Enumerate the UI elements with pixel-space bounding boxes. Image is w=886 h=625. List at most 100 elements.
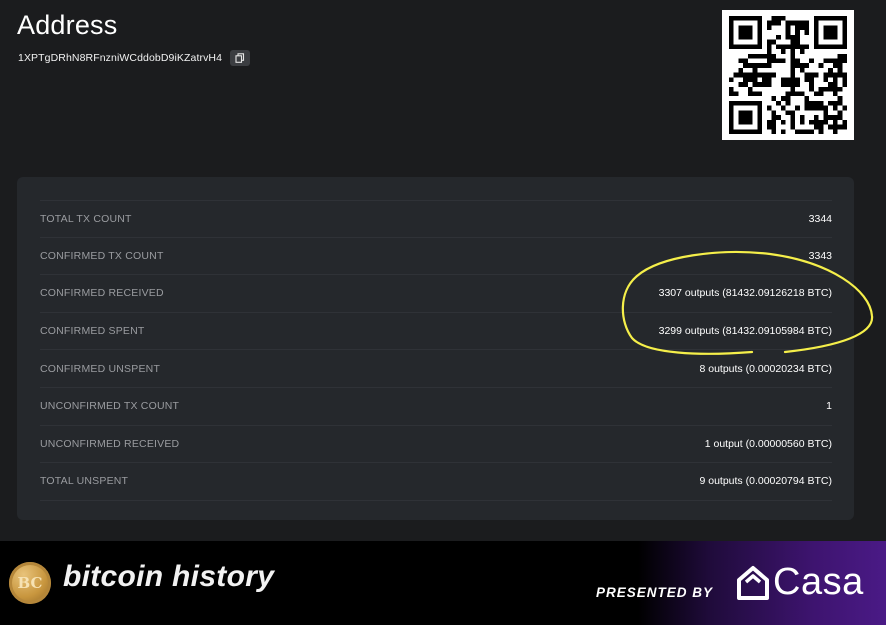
qr-module <box>771 119 777 125</box>
qr-module <box>828 30 833 35</box>
qr-module <box>842 39 847 45</box>
qr-module <box>832 25 838 31</box>
qr-module <box>785 77 791 83</box>
qr-module <box>757 91 763 97</box>
qr-module <box>832 77 838 83</box>
stat-row-total-unspent: TOTAL UNSPENT 9 outputs (0.00020794 BTC) <box>40 463 832 501</box>
qr-module <box>832 91 838 97</box>
qr-module <box>795 91 800 97</box>
stat-label: CONFIRMED SPENT <box>40 325 145 338</box>
qr-module <box>809 119 814 125</box>
stat-row-confirmed-tx-count: CONFIRMED TX COUNT 3343 <box>40 238 832 276</box>
qr-module <box>771 96 777 101</box>
qr-module <box>842 82 847 87</box>
qr-module <box>743 44 748 50</box>
qr-module <box>752 67 758 73</box>
qr-module <box>828 115 833 120</box>
qr-module <box>771 53 777 59</box>
qr-module <box>823 72 829 78</box>
stat-label: CONFIRMED UNSPENT <box>40 362 161 375</box>
qr-module <box>804 77 810 83</box>
qr-module <box>790 91 796 97</box>
qr-module <box>738 110 744 116</box>
qr-module <box>747 53 753 59</box>
qr-module <box>790 77 796 83</box>
qr-module <box>729 100 734 106</box>
stat-value: 9 outputs (0.00020794 BTC) <box>699 475 832 488</box>
qr-module <box>818 105 824 111</box>
qr-module <box>818 16 824 21</box>
qr-module <box>738 82 744 87</box>
qr-module <box>743 72 748 78</box>
qr-module <box>832 86 838 92</box>
qr-module <box>780 119 786 125</box>
qr-module <box>799 115 805 120</box>
qr-module <box>823 34 829 40</box>
qr-module <box>832 129 838 134</box>
qr-module <box>832 58 838 64</box>
qr-module <box>842 44 847 50</box>
qr-module <box>738 67 744 73</box>
qr-module <box>790 34 796 40</box>
qr-module <box>804 100 810 106</box>
qr-module <box>780 49 786 54</box>
qr-module <box>757 25 763 31</box>
qr-module <box>757 34 763 40</box>
qr-module <box>757 63 763 68</box>
qr-module <box>766 119 772 125</box>
casa-house-icon <box>737 565 769 600</box>
qr-module <box>842 105 847 111</box>
qr-module <box>804 129 810 134</box>
qr-module <box>799 49 805 54</box>
qr-module <box>757 119 763 125</box>
qr-module <box>776 100 781 106</box>
qr-module <box>804 63 810 68</box>
qr-module <box>729 16 734 21</box>
qr-module <box>823 44 829 50</box>
stat-row-total-tx-count: TOTAL TX COUNT 3344 <box>40 200 832 238</box>
qr-module <box>813 72 819 78</box>
stat-label: TOTAL UNSPENT <box>40 475 129 488</box>
qr-module <box>752 16 758 21</box>
qr-module <box>733 72 739 78</box>
qr-module <box>842 30 847 35</box>
qr-module <box>766 58 772 64</box>
copy-address-button[interactable] <box>230 50 251 66</box>
qr-module <box>828 86 833 92</box>
qr-module <box>747 34 753 40</box>
qr-module <box>738 100 744 106</box>
qr-module <box>766 63 772 68</box>
qr-module <box>818 129 824 134</box>
qr-module <box>837 100 843 106</box>
qr-module <box>785 100 791 106</box>
sponsor-name: Casa <box>773 561 864 603</box>
qr-module <box>771 129 777 134</box>
qr-module <box>780 129 786 134</box>
qr-module <box>832 119 838 125</box>
qr-module <box>813 25 819 31</box>
page-title: Address <box>17 10 118 40</box>
qr-module <box>752 63 758 68</box>
qr-module <box>813 115 819 120</box>
qr-module <box>795 34 800 40</box>
qr-module <box>785 96 791 101</box>
qr-module <box>795 63 800 68</box>
qr-module <box>813 34 819 40</box>
qr-module <box>837 63 843 68</box>
qr-module <box>766 53 772 59</box>
qr-module <box>752 44 758 50</box>
qr-module <box>790 39 796 45</box>
qr-module <box>757 44 763 50</box>
qr-module <box>757 82 763 87</box>
qr-module <box>828 16 833 21</box>
qr-module <box>818 63 824 68</box>
qr-module <box>747 63 753 68</box>
qr-module <box>832 115 838 120</box>
qr-module <box>771 124 777 130</box>
qr-module <box>738 115 744 120</box>
qr-module <box>823 115 829 120</box>
qr-module <box>752 53 758 59</box>
qr-module <box>743 100 748 106</box>
qr-module <box>757 124 763 130</box>
qr-module <box>752 129 758 134</box>
